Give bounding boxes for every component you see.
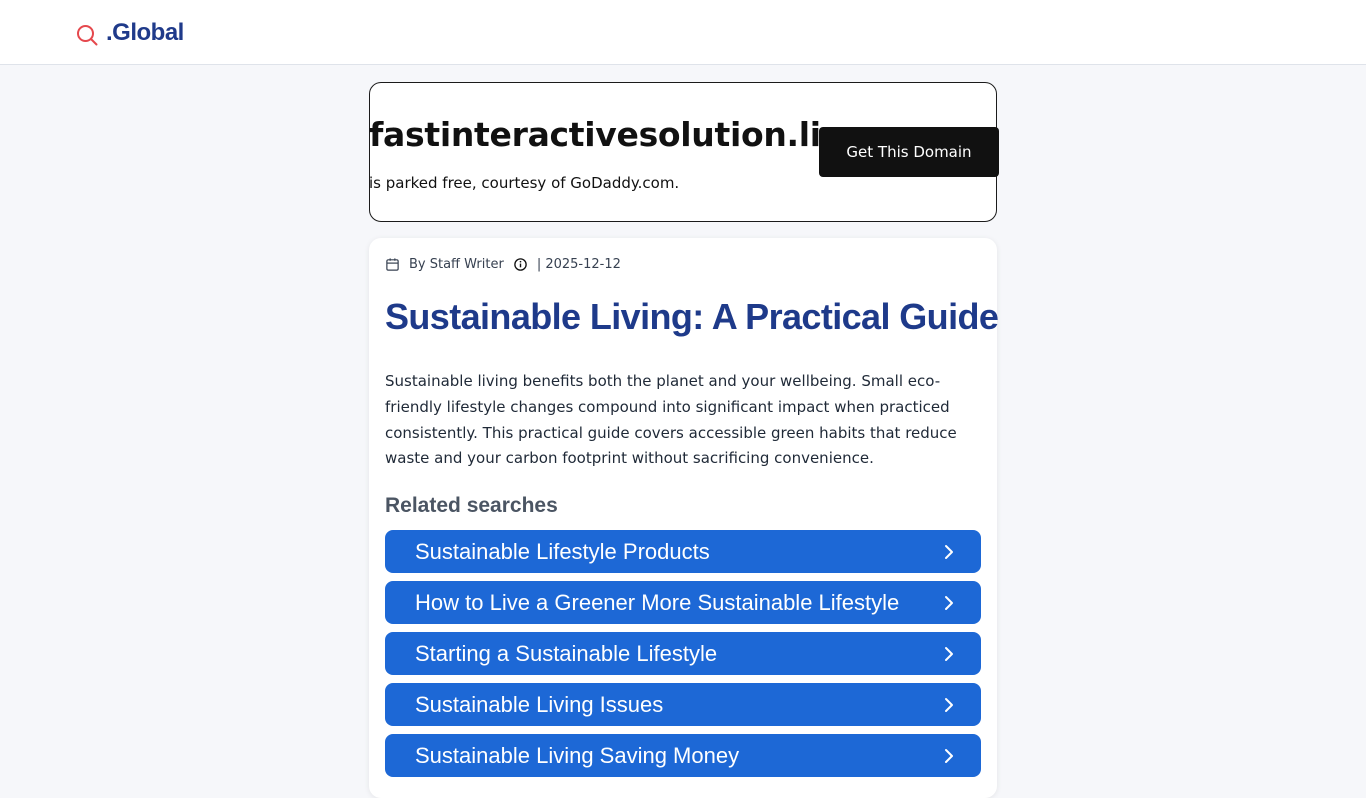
article-card: By Staff Writer | 2025-12-12 Sustainable… <box>369 238 999 798</box>
info-icon[interactable] <box>513 257 528 272</box>
parking-notice: is parked free, courtesy of GoDaddy.com. <box>369 174 680 192</box>
chevron-right-icon <box>945 595 953 610</box>
related-search-label: Sustainable Living Issues <box>415 691 664 717</box>
related-search-link[interactable]: Sustainable Lifestyle Products <box>385 530 981 573</box>
related-search-label: Sustainable Lifestyle Products <box>415 538 710 564</box>
top-bar: .Global <box>0 0 1366 65</box>
brand-logo[interactable]: .Global <box>76 17 184 49</box>
brand-name: .Global <box>106 19 184 46</box>
related-search-label: Starting a Sustainable Lifestyle <box>415 640 718 666</box>
related-searches-heading: Related searches <box>385 494 558 517</box>
related-search-link[interactable]: How to Live a Greener More Sustainable L… <box>385 581 981 624</box>
domain-name: fastinteractivesolution.live <box>369 115 865 154</box>
article-date: | 2025-12-12 <box>536 256 621 272</box>
chevron-right-icon <box>945 544 953 559</box>
related-search-label: How to Live a Greener More Sustainable L… <box>415 589 900 615</box>
related-search-link[interactable]: Starting a Sustainable Lifestyle <box>385 632 981 675</box>
get-this-domain-button[interactable]: Get This Domain <box>819 127 999 177</box>
related-searches-list: Sustainable Lifestyle Products How to Li… <box>385 530 981 785</box>
article-meta: By Staff Writer | 2025-12-12 <box>385 255 621 273</box>
article-body: Sustainable living benefits both the pla… <box>385 372 957 468</box>
related-search-label: Sustainable Living Saving Money <box>415 742 740 768</box>
related-search-link[interactable]: Sustainable Living Issues <box>385 683 981 726</box>
calendar-icon <box>386 257 399 271</box>
article-author: By Staff Writer <box>409 256 504 272</box>
chevron-right-icon <box>945 646 953 661</box>
chevron-right-icon <box>945 748 953 763</box>
chevron-right-icon <box>945 697 953 712</box>
domain-parking-banner: fastinteractivesolution.live is parked f… <box>369 82 999 222</box>
search-icon <box>77 24 98 45</box>
article-title: Sustainable Living: A Practical Guide <box>385 296 999 337</box>
related-search-link[interactable]: Sustainable Living Saving Money <box>385 734 981 777</box>
